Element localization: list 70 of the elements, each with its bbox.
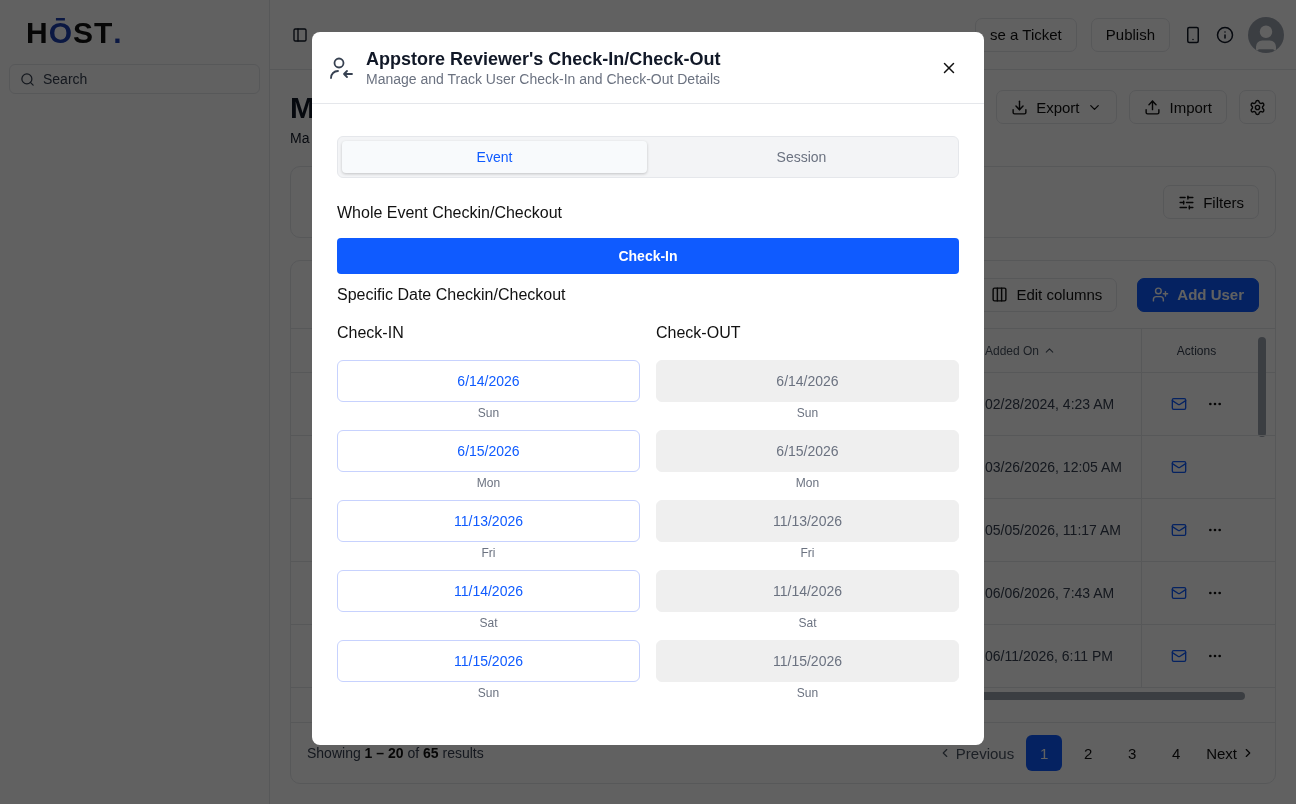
- search-icon: [20, 71, 35, 87]
- table-cell-text: 05/05/2026, 11:17 AM: [985, 522, 1122, 538]
- export-button[interactable]: Export: [996, 90, 1118, 124]
- column-heading: Check-OUT: [656, 324, 742, 342]
- weekday-label: Fri: [481, 546, 496, 560]
- date-button: 11/15/2026: [656, 640, 959, 682]
- weekday-label: Sun: [796, 686, 819, 700]
- page-button[interactable]: 4: [1158, 735, 1195, 771]
- import-button[interactable]: Import: [1129, 90, 1227, 124]
- tab[interactable]: Session: [649, 141, 954, 173]
- weekday-label: Mon: [795, 476, 820, 490]
- info-icon[interactable]: [1216, 25, 1234, 44]
- sidebar-toggle-icon[interactable]: [292, 26, 308, 43]
- filters-button[interactable]: Filters: [1163, 185, 1259, 219]
- mail-icon[interactable]: [1170, 396, 1187, 412]
- date-button: 11/13/2026: [656, 500, 959, 542]
- check-in-button[interactable]: Check-In: [337, 238, 959, 274]
- toolbar-button[interactable]: se a Ticket: [975, 17, 1077, 52]
- section-heading: Whole Event Checkin/Checkout: [337, 204, 563, 222]
- settings-button[interactable]: [1239, 90, 1276, 124]
- page-button[interactable]: 2: [1070, 735, 1107, 771]
- upload-icon: [1144, 98, 1162, 116]
- date-button[interactable]: 11/15/2026: [337, 640, 640, 682]
- weekday-label: Sun: [477, 686, 500, 700]
- next-button[interactable]: Next: [1202, 735, 1259, 771]
- weekday-label: Sat: [798, 616, 817, 630]
- weekday-label: Mon: [476, 476, 501, 490]
- date-button: 11/14/2026: [656, 570, 959, 612]
- page-subtitle: Ma: [290, 130, 311, 146]
- add-user-button[interactable]: Add User: [1137, 277, 1259, 312]
- date-button: 6/14/2026: [656, 360, 959, 402]
- section-heading: Specific Date Checkin/Checkout: [337, 286, 567, 304]
- page-button[interactable]: 3: [1114, 735, 1151, 771]
- page-button[interactable]: 1: [1026, 735, 1063, 771]
- tab[interactable]: Event: [342, 141, 647, 173]
- date-button[interactable]: 6/14/2026: [337, 360, 640, 402]
- results-summary: Showing 1 – 20 of 65 results: [307, 745, 485, 761]
- mail-icon[interactable]: [1170, 459, 1187, 475]
- previous-button[interactable]: Previous: [933, 735, 1019, 771]
- dialog-title: Appstore Reviewer's Check-In/Check-Out: [366, 48, 722, 70]
- toolbar-button[interactable]: Publish: [1090, 17, 1170, 52]
- scrollbar[interactable]: [1258, 337, 1266, 437]
- weekday-label: Fri: [800, 546, 815, 560]
- date-button[interactable]: 6/15/2026: [337, 430, 640, 472]
- table-cell-text: 06/06/2026, 7:43 AM: [985, 585, 1116, 601]
- avatar[interactable]: [1248, 16, 1284, 53]
- sliders-icon: [1178, 193, 1196, 211]
- settings-icon: [1249, 98, 1266, 116]
- column-header: Actions: [1141, 329, 1251, 372]
- logo: HŌST.: [25, 16, 124, 50]
- phone-icon[interactable]: [1184, 25, 1202, 44]
- date-button: 6/15/2026: [656, 430, 959, 472]
- weekday-label: Sun: [477, 406, 500, 420]
- columns-icon: [991, 286, 1009, 303]
- weekday-label: Sat: [479, 616, 498, 630]
- download-icon: [1011, 98, 1029, 116]
- date-button[interactable]: 11/13/2026: [337, 500, 640, 542]
- search-field[interactable]: Search: [9, 64, 260, 94]
- user-plus-icon: [1152, 286, 1170, 303]
- mail-icon[interactable]: [1170, 522, 1187, 538]
- mail-icon[interactable]: [1170, 648, 1187, 664]
- weekday-label: Sun: [796, 406, 819, 420]
- column-header[interactable]: Added On: [985, 343, 1141, 358]
- dialog-subtitle: Manage and Track User Check-In and Check-Out Details: [366, 70, 722, 87]
- column-heading: Check-IN: [337, 324, 405, 342]
- table-cell-text: 03/26/2026, 12:05 AM: [985, 459, 1123, 475]
- date-button[interactable]: 11/14/2026: [337, 570, 640, 612]
- table-cell-text: 02/28/2024, 4:23 AM: [985, 396, 1116, 412]
- mail-icon[interactable]: [1170, 585, 1187, 601]
- table-cell-text: 06/11/2026, 6:11 PM: [985, 648, 1114, 664]
